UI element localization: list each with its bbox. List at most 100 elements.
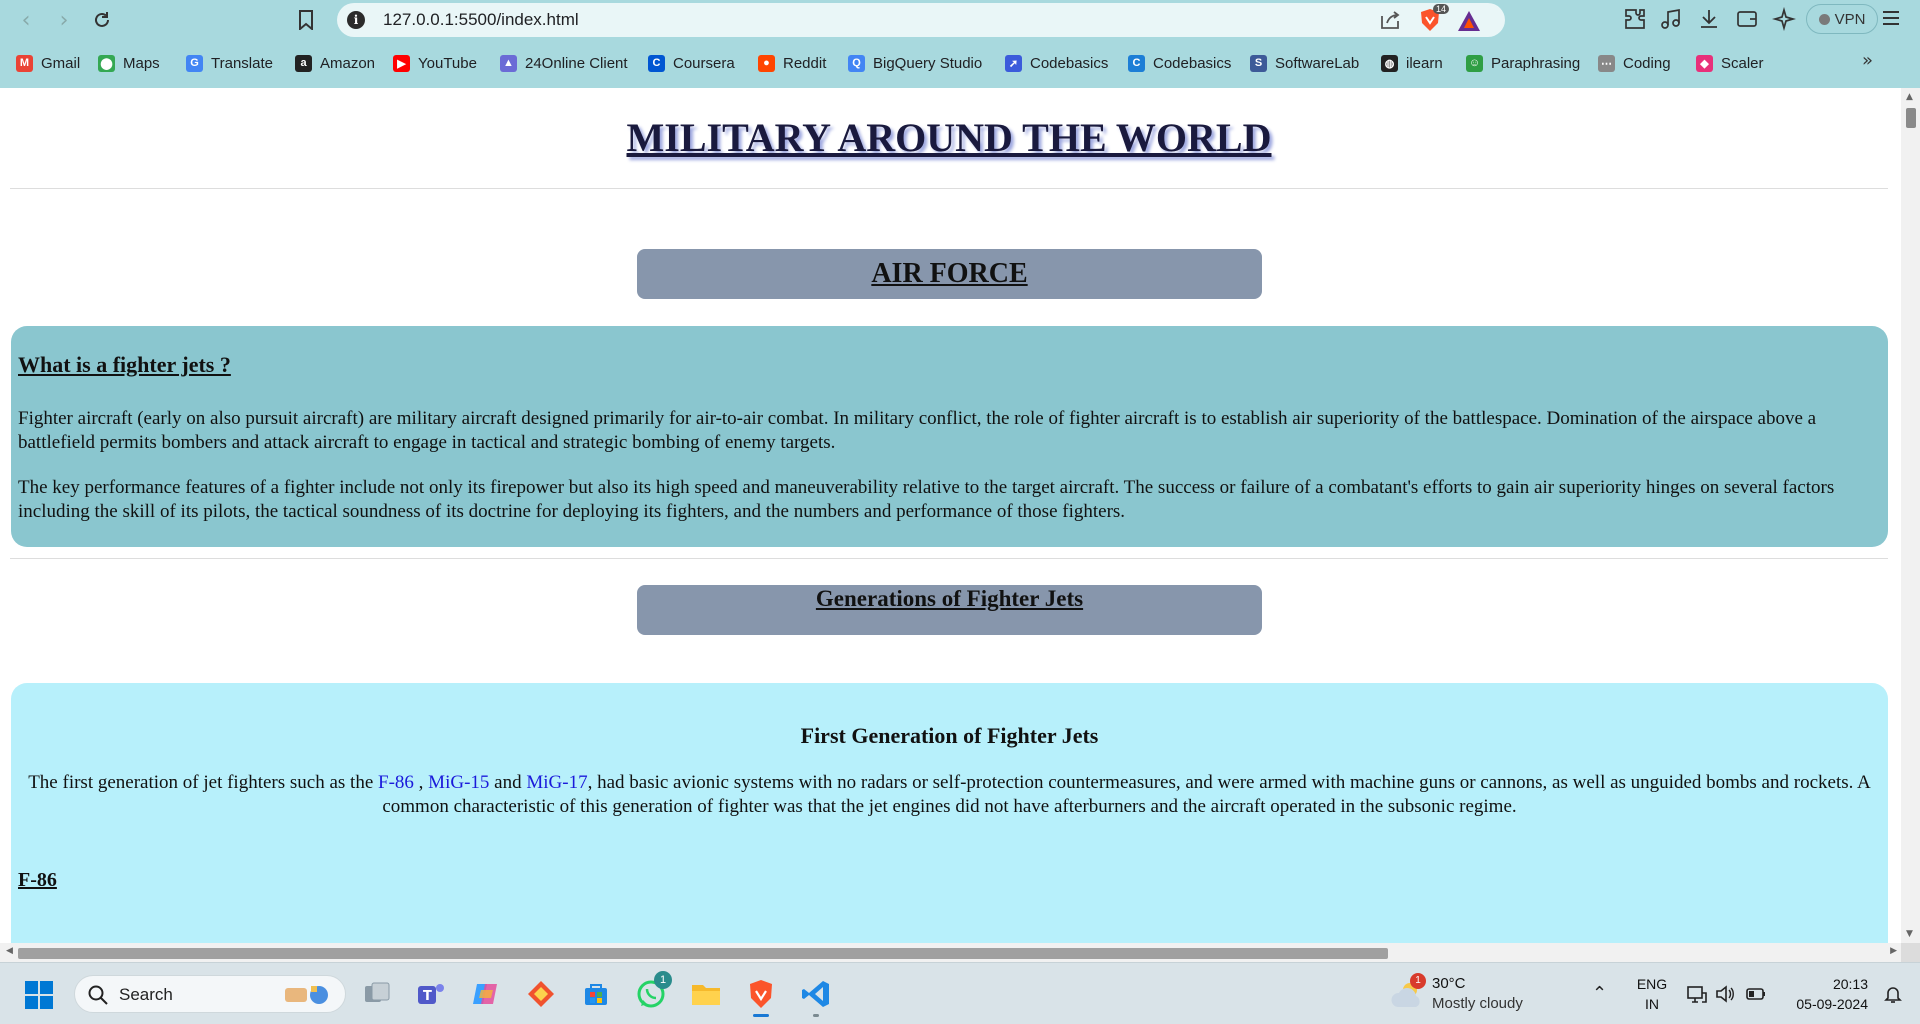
teams-icon: T: [418, 984, 444, 1004]
scroll-down-icon[interactable]: ▼: [1906, 929, 1913, 939]
24online-icon: ▲: [500, 54, 517, 72]
whatsapp-button[interactable]: 1: [632, 971, 672, 1013]
paragraph-separator: and: [489, 772, 527, 793]
vertical-scrollbar[interactable]: ▲ ▼: [1901, 88, 1920, 943]
show-hidden-icons-icon[interactable]: ⌃: [1592, 983, 1607, 1004]
vscode-button[interactable]: [797, 975, 835, 1017]
amazon-icon: a: [295, 54, 312, 72]
bookmark-label: BigQuery Studio: [873, 54, 983, 72]
scroll-up-icon[interactable]: ▲: [1906, 92, 1913, 102]
bookmark-label: Codebasics: [1153, 54, 1232, 72]
horizontal-scrollbar[interactable]: ◀ ▶: [0, 943, 1901, 962]
brave-rewards-icon[interactable]: [1457, 10, 1481, 32]
bookmark-paraphrasing[interactable]: ☺ Paraphrasing: [1466, 52, 1580, 74]
reload-button[interactable]: [88, 6, 116, 34]
store-button[interactable]: [577, 975, 615, 1013]
volume-icon[interactable]: [1714, 983, 1736, 1005]
vscode-icon: [802, 981, 829, 1007]
task-view-icon: [365, 982, 390, 1002]
extensions-icon[interactable]: [1623, 7, 1647, 31]
system-clock[interactable]: 20:13 05-09-2024: [1780, 974, 1868, 1014]
page-title: MILITARY AROUND THE WORLD: [626, 115, 1272, 160]
bookmark-codebasics[interactable]: ➚ Codebasics: [1005, 52, 1108, 74]
windows-start-icon[interactable]: [24, 980, 54, 1010]
scroll-left-icon[interactable]: ◀: [6, 946, 13, 956]
bookmark-translate[interactable]: G Translate: [186, 52, 273, 74]
bookmark-maps[interactable]: ⬤ Maps: [98, 52, 160, 74]
share-icon[interactable]: [1379, 10, 1401, 30]
taskbar-search[interactable]: Search: [74, 975, 346, 1013]
first-generation-paragraph: The first generation of jet fighters suc…: [19, 771, 1880, 818]
bookmark-label: Codebasics: [1030, 54, 1109, 72]
url-text[interactable]: 127.0.0.1:5500/index.html: [383, 10, 579, 30]
address-bar[interactable]: i 127.0.0.1:5500/index.html 14: [337, 3, 1505, 37]
weather-widget[interactable]: 1 30°C Mostly cloudy: [1390, 973, 1540, 1017]
battery-icon[interactable]: [1745, 983, 1767, 1005]
bookmark-codebasics[interactable]: C Codebasics: [1128, 52, 1231, 74]
back-button[interactable]: ‹: [12, 6, 40, 34]
paragraph-text: The first generation of jet fighters suc…: [28, 772, 379, 793]
mig17-link[interactable]: MiG-17: [526, 772, 587, 793]
paraphrasing-icon: ☺: [1466, 54, 1483, 72]
bookmark-youtube[interactable]: ▶ YouTube: [393, 52, 477, 74]
bookmarks-bar: M Gmail ⬤ Maps G Translate a Amazon ▶ YouTube ▲ 24O…: [0, 48, 1920, 78]
download-icon[interactable]: [1697, 7, 1721, 31]
forward-button[interactable]: ›: [50, 6, 78, 34]
diamond-app-icon: [528, 981, 554, 1007]
bookmark-ilearn[interactable]: ◍ ilearn: [1381, 52, 1443, 74]
task-view-button[interactable]: [358, 975, 396, 1013]
fighter-jets-intro-section: What is a fighter jets ? Fighter aircraf…: [11, 326, 1888, 547]
teams-button[interactable]: T: [412, 975, 450, 1013]
vpn-button[interactable]: VPN: [1806, 4, 1878, 34]
bookmark-label: Scaler: [1721, 54, 1764, 72]
coding-icon: ⋯: [1598, 54, 1615, 72]
bookmark-reddit[interactable]: ● Reddit: [758, 52, 826, 74]
network-icon[interactable]: [1686, 983, 1708, 1005]
bookmark-bigquery-studio[interactable]: Q BigQuery Studio: [848, 52, 982, 74]
bookmark-button[interactable]: [292, 6, 320, 34]
copilot-button[interactable]: [467, 975, 505, 1013]
bookmark-gmail[interactable]: M Gmail: [16, 52, 80, 74]
leo-ai-icon[interactable]: [1772, 7, 1796, 31]
weather-condition: Mostly cloudy: [1432, 995, 1523, 1012]
bookmark-amazon[interactable]: a Amazon: [295, 52, 375, 74]
bookmark-scaler[interactable]: ◆ Scaler: [1696, 52, 1764, 74]
brave-icon: [750, 980, 772, 1008]
bookmark-label: Paraphrasing: [1491, 54, 1581, 72]
bookmark-softwarelab[interactable]: S SoftwareLab: [1250, 52, 1359, 74]
scroll-right-icon[interactable]: ▶: [1890, 946, 1897, 956]
browser-toolbar: ‹ › i 127.0.0.1:5500/index.html 14 VPN M…: [0, 0, 1920, 88]
translate-icon: G: [186, 54, 203, 72]
bookmark-label: Translate: [211, 54, 273, 72]
bookmark-label: Gmail: [41, 54, 81, 72]
first-generation-section: First Generation of Fighter Jets The fir…: [11, 683, 1888, 943]
language-region: IN: [1645, 996, 1659, 1012]
media-icon[interactable]: [1659, 7, 1683, 31]
f86-link[interactable]: F-86: [378, 772, 414, 793]
wallet-icon[interactable]: [1735, 7, 1759, 31]
notification-bell-icon[interactable]: [1883, 984, 1903, 1004]
bookmark-label: Coding: [1623, 54, 1671, 72]
maps-icon: ⬤: [98, 54, 115, 72]
search-placeholder: Search: [119, 985, 173, 1004]
mig15-link[interactable]: MiG-15: [428, 772, 489, 793]
bookmark-label: SoftwareLab: [1275, 54, 1360, 72]
bookmarks-overflow-icon[interactable]: »: [1862, 50, 1873, 71]
search-icon: [88, 985, 108, 1005]
brave-browser-button[interactable]: [742, 975, 780, 1017]
paragraph-separator: ,: [413, 772, 429, 793]
bookmark-coding[interactable]: ⋯ Coding: [1598, 52, 1671, 74]
horizontal-scroll-thumb[interactable]: [18, 948, 1388, 959]
bookmark-24online-client[interactable]: ▲ 24Online Client: [500, 52, 628, 74]
f86-heading: F-86: [18, 869, 57, 891]
bookmark-label: Reddit: [783, 54, 827, 72]
app-button[interactable]: [522, 975, 560, 1013]
bookmark-coursera[interactable]: C Coursera: [648, 52, 735, 74]
menu-icon[interactable]: [1880, 8, 1902, 28]
file-explorer-button[interactable]: [687, 975, 725, 1013]
reload-icon: [95, 12, 109, 27]
site-info-icon[interactable]: i: [347, 11, 365, 29]
language-indicator[interactable]: ENG IN: [1632, 974, 1672, 1014]
coursera-icon: C: [648, 54, 665, 72]
vertical-scroll-thumb[interactable]: [1906, 108, 1916, 128]
